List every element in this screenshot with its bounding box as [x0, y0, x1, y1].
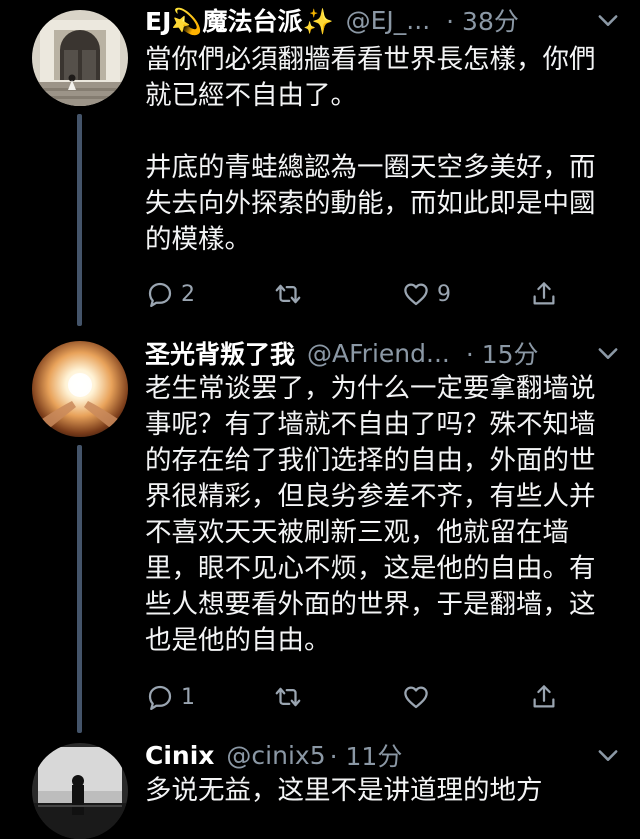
tweet-header: Cinix @cinix5 · 11分	[145, 735, 620, 775]
user-handle[interactable]: @EJ_...	[346, 6, 431, 35]
reply-count: 1	[181, 684, 195, 710]
tweet-header: 圣光背叛了我 @AFriend... · 15分	[145, 333, 620, 373]
retweet-icon	[275, 284, 301, 304]
thread-connector-line	[77, 445, 82, 733]
chevron-down-icon[interactable]	[594, 6, 622, 34]
tweet-3[interactable]: Cinix @cinix5 · 11分 多说无益，这里不是讲道理的地方	[0, 735, 640, 839]
tweet-1[interactable]: EJ💫魔法台派✨ @EJ_... · 38分 當你們必須翻牆看看世界長怎樣，你們…	[0, 0, 640, 330]
user-handle[interactable]: @AFriend...	[307, 339, 450, 368]
display-name[interactable]: 圣光背叛了我	[145, 335, 295, 371]
timestamp[interactable]: · 15分	[466, 335, 539, 371]
tweet-actions: 2 9	[145, 274, 585, 314]
reply-icon	[148, 282, 172, 307]
avatar-ej[interactable]	[32, 10, 128, 106]
timestamp[interactable]: · 38分	[446, 2, 519, 38]
like-button[interactable]: 9	[401, 274, 451, 314]
tweet-text: 老生常谈罢了，为什么一定要拿翻墙说事呢？有了墙就不自由了吗？殊不知墙的存在给了我…	[145, 373, 596, 656]
avatar-cinix[interactable]	[32, 743, 128, 839]
tweet-text: 當你們必須翻牆看看世界長怎樣，你們就已經不自由了。 井底的青蛙總認為一圈天空多美…	[145, 44, 596, 255]
reply-button[interactable]: 2	[145, 274, 195, 314]
share-icon	[533, 282, 555, 305]
chevron-down-icon[interactable]	[594, 741, 622, 769]
thread-connector-line	[77, 114, 82, 326]
avatar-ej-image	[32, 10, 128, 106]
share-button[interactable]	[529, 677, 559, 717]
reply-icon	[148, 685, 172, 710]
avatar-cinix-image	[32, 743, 128, 839]
avatar-afriend[interactable]	[32, 341, 128, 437]
reply-button[interactable]: 1	[145, 677, 195, 717]
reply-count: 2	[181, 281, 195, 307]
heart-icon	[404, 283, 428, 306]
avatar-afriend-image	[32, 341, 128, 437]
tweet-header: EJ💫魔法台派✨ @EJ_... · 38分	[145, 0, 620, 40]
tweet-2[interactable]: 圣光背叛了我 @AFriend... · 15分 老生常谈罢了，为什么一定要拿翻…	[0, 333, 640, 733]
retweet-icon	[275, 687, 301, 707]
chevron-down-icon[interactable]	[594, 339, 622, 367]
share-button[interactable]	[529, 274, 559, 314]
heart-icon	[404, 686, 428, 709]
display-name[interactable]: EJ💫魔法台派✨	[145, 2, 334, 38]
like-count: 9	[437, 281, 451, 307]
tweet-text: 多说无益，这里不是讲道理的地方	[145, 775, 543, 806]
share-icon	[533, 685, 555, 708]
tweet-actions: 1	[145, 677, 585, 717]
user-handle[interactable]: @cinix5	[226, 741, 325, 770]
retweet-button[interactable]	[273, 274, 303, 314]
like-button[interactable]	[401, 677, 431, 717]
timestamp[interactable]: · 11分	[330, 737, 403, 773]
retweet-button[interactable]	[273, 677, 303, 717]
display-name[interactable]: Cinix	[145, 741, 214, 770]
